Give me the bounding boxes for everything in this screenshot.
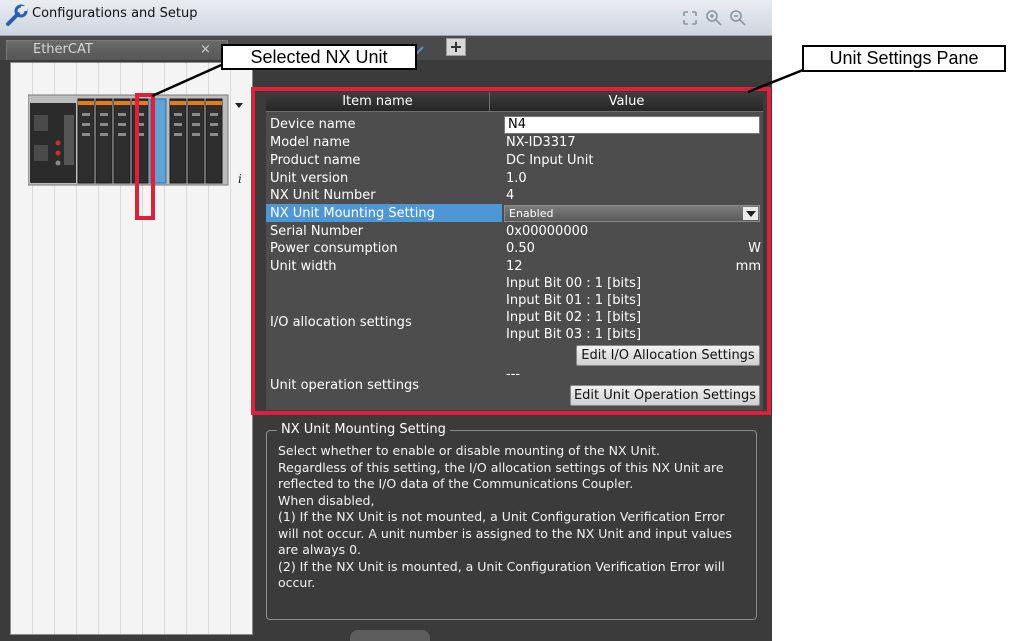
description-line: occur. (278, 575, 316, 590)
fit-icon[interactable] (681, 9, 699, 27)
svg-text:i: i (238, 172, 242, 186)
selected-unit-highlight (135, 93, 155, 220)
description-line: are always 0. (278, 542, 362, 557)
zoom-in-icon[interactable] (705, 9, 723, 27)
description-line: (1) If the NX Unit is not mounted, a Uni… (278, 509, 725, 524)
callout-unit-settings-pane: Unit Settings Pane (802, 45, 1006, 72)
wrench-icon (6, 4, 28, 26)
close-icon[interactable]: × (200, 42, 211, 57)
settings-pane-highlight (251, 87, 771, 415)
window-title: Configurations and Setup (32, 6, 198, 21)
description-line: Regardless of this setting, the I/O allo… (278, 459, 724, 475)
splitter-handle[interactable] (350, 630, 430, 641)
description-line: will not occur. A unit number is assigne… (278, 525, 732, 541)
description-body: Select whether to enable or disable moun… (278, 443, 750, 592)
description-panel: NX Unit Mounting Setting Select whether … (266, 422, 757, 620)
title-bar: Configurations and Setup (0, 0, 772, 36)
description-line: When disabled, (278, 492, 375, 508)
add-tab-button[interactable] (446, 38, 466, 56)
description-line: Select whether to enable or disable moun… (278, 443, 660, 458)
description-title: NX Unit Mounting Setting (277, 422, 450, 437)
zoom-out-icon[interactable] (729, 9, 747, 27)
callout-selected-nx-unit: Selected NX Unit (221, 44, 417, 70)
description-line: (2) If the NX Unit is mounted, a Unit Co… (278, 558, 725, 574)
unit-configuration-canvas[interactable]: i (10, 62, 253, 635)
description-line: reflected to the I/O data of the Communi… (278, 476, 634, 491)
tab-ethercat[interactable]: EtherCAT × (6, 40, 228, 60)
tab-label: EtherCAT (33, 42, 93, 57)
